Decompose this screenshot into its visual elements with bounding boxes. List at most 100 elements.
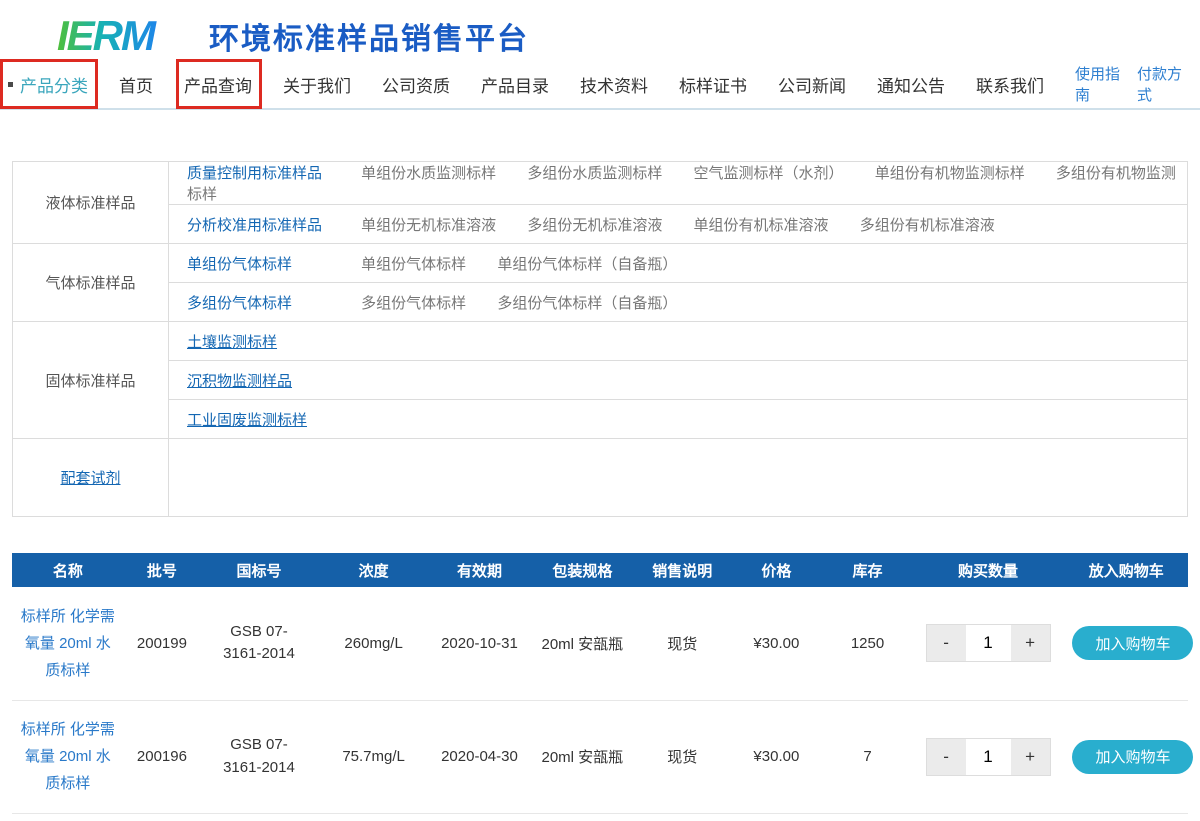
quantity-stepper: - 1 +	[926, 738, 1051, 776]
quantity-stepper: - 1 +	[926, 624, 1051, 662]
concentration-value: 75.7mg/L	[318, 700, 430, 813]
product-name-link[interactable]: 标样所 化学需氧量 20ml 水质标样	[20, 603, 116, 684]
sales-note: 现货	[635, 700, 729, 813]
nav-item-label: 产品目录	[481, 72, 549, 97]
column-header-sales-note: 销售说明	[635, 553, 729, 587]
table-row: 液体标准样品 质量控制用标准样品 单组份水质监测标样 多组份水质监测标样 空气监…	[13, 162, 1188, 205]
quantity-increase-button[interactable]: +	[1011, 625, 1050, 661]
subcategory-link[interactable]: 单组份气体标样	[361, 256, 466, 273]
stock-value: 7	[823, 700, 911, 813]
package-spec: 20ml 安瓿瓶	[529, 700, 635, 813]
nav-item-product-catalog[interactable]: 产品目录	[481, 72, 549, 97]
nav-item-announcements[interactable]: 通知公告	[877, 72, 945, 97]
batch-number: 200196	[124, 700, 200, 813]
package-spec: 20ml 安瓿瓶	[529, 587, 635, 700]
column-header-batch: 批号	[124, 553, 200, 587]
table-row: 固体标准样品 土壤监测标样	[13, 322, 1188, 361]
nav-item-company-qualifications[interactable]: 公司资质	[382, 72, 450, 97]
batch-number: 200199	[124, 587, 200, 700]
nav-item-product-search[interactable]: 产品查询	[184, 72, 252, 97]
user-guide-link[interactable]: 使用指南	[1075, 63, 1124, 105]
category-link-sediment[interactable]: 沉积物监测样品	[187, 370, 357, 391]
subcategory-link[interactable]: 单组份有机物监测标样	[875, 165, 1025, 182]
site-logo[interactable]: IERM	[55, 13, 195, 59]
nav-item-label: 联系我们	[976, 72, 1044, 97]
category-group-solid: 固体标准样品	[13, 322, 169, 439]
product-table: 名称 批号 国标号 浓度 有效期 包装规格 销售说明 价格 库存 购买数量 放入…	[12, 553, 1188, 814]
category-group-gas: 气体标准样品	[13, 244, 169, 322]
svg-text:IERM: IERM	[57, 13, 157, 59]
nav-item-contact-us[interactable]: 联系我们	[976, 72, 1044, 97]
product-name-link[interactable]: 标样所 化学需氧量 20ml 水质标样	[20, 716, 116, 797]
nav-item-label: 通知公告	[877, 72, 945, 97]
category-group-liquid: 液体标准样品	[13, 162, 169, 244]
category-link-analysis-calibration[interactable]: 分析校准用标准样品	[187, 214, 357, 235]
nav-item-about-us[interactable]: 关于我们	[283, 72, 351, 97]
nav-item-label: 公司资质	[382, 72, 450, 97]
concentration-value: 260mg/L	[318, 587, 430, 700]
sales-note: 现货	[635, 587, 729, 700]
price-value: ¥30.00	[729, 700, 823, 813]
subcategory-link[interactable]: 单组份有机标准溶液	[694, 217, 829, 234]
table-row: 配套试剂	[13, 439, 1188, 517]
category-link-quality-control[interactable]: 质量控制用标准样品	[187, 162, 357, 183]
subcategory-link[interactable]: 多组份无机标准溶液	[527, 217, 662, 234]
subcategory-link[interactable]: 多组份气体标样（自备瓶）	[497, 295, 677, 312]
page: IERM 环境标准样品销售平台 产品分类 首页 产品查询 关于我们 公司资质 产…	[0, 0, 1200, 814]
column-header-quantity: 购买数量	[912, 553, 1065, 587]
category-table: 液体标准样品 质量控制用标准样品 单组份水质监测标样 多组份水质监测标样 空气监…	[12, 161, 1188, 517]
quantity-value[interactable]: 1	[966, 625, 1011, 661]
category-link-single-gas[interactable]: 单组份气体标样	[187, 253, 357, 274]
subcategory-link[interactable]: 单组份水质监测标样	[361, 165, 496, 182]
table-row: 沉积物监测样品	[13, 361, 1188, 400]
category-link-multi-gas[interactable]: 多组份气体标样	[187, 292, 357, 313]
product-table-header-row: 名称 批号 国标号 浓度 有效期 包装规格 销售说明 价格 库存 购买数量 放入…	[12, 553, 1188, 587]
nav-item-home[interactable]: 首页	[119, 72, 153, 97]
site-title: 环境标准样品销售平台	[209, 14, 529, 58]
nav-item-company-news[interactable]: 公司新闻	[778, 72, 846, 97]
payment-methods-link[interactable]: 付款方式	[1137, 63, 1186, 105]
nav-item-product-categories[interactable]: 产品分类	[8, 72, 88, 97]
nav-item-label: 技术资料	[580, 72, 648, 97]
category-link-soil[interactable]: 土壤监测标样	[187, 331, 357, 352]
main-nav: 产品分类 首页 产品查询 关于我们 公司资质 产品目录 技术资料 标样证书 公司…	[0, 60, 1200, 110]
subcategory-link[interactable]: 空气监测标样（水剂）	[694, 165, 844, 182]
add-to-cart-button[interactable]: 加入购物车	[1072, 626, 1193, 660]
column-header-price: 价格	[729, 553, 823, 587]
subcategory-link[interactable]: 多组份气体标样	[361, 295, 466, 312]
gsb-number: GSB 07-3161-2014	[213, 621, 305, 666]
quantity-decrease-button[interactable]: -	[927, 739, 966, 775]
quantity-value[interactable]: 1	[966, 739, 1011, 775]
nav-item-technical-documents[interactable]: 技术资料	[580, 72, 648, 97]
table-row: 分析校准用标准样品 单组份无机标准溶液 多组份无机标准溶液 单组份有机标准溶液 …	[13, 205, 1188, 244]
price-value: ¥30.00	[729, 587, 823, 700]
column-header-concentration: 浓度	[318, 553, 430, 587]
subcategory-link[interactable]: 多组份水质监测标样	[527, 165, 662, 182]
nav-item-sample-certificates[interactable]: 标样证书	[679, 72, 747, 97]
table-row: 气体标准样品 单组份气体标样 单组份气体标样 单组份气体标样（自备瓶）	[13, 244, 1188, 283]
subcategory-link[interactable]: 多组份有机标准溶液	[860, 217, 995, 234]
quantity-decrease-button[interactable]: -	[927, 625, 966, 661]
quantity-increase-button[interactable]: +	[1011, 739, 1050, 775]
column-header-gsb: 国标号	[200, 553, 318, 587]
column-header-name: 名称	[12, 553, 124, 587]
subcategory-link[interactable]: 单组份无机标准溶液	[361, 217, 496, 234]
nav-item-label: 公司新闻	[778, 72, 846, 97]
category-link-reagents[interactable]: 配套试剂	[60, 470, 120, 487]
nav-item-label: 关于我们	[283, 72, 351, 97]
column-header-package: 包装规格	[529, 553, 635, 587]
column-header-add-to-cart: 放入购物车	[1064, 553, 1188, 587]
site-header: IERM 环境标准样品销售平台	[0, 0, 1200, 58]
nav-utility-links: 使用指南 付款方式	[1075, 63, 1186, 105]
column-header-stock: 库存	[823, 553, 911, 587]
subcategory-link[interactable]: 单组份气体标样（自备瓶）	[497, 256, 677, 273]
table-row: 多组份气体标样 多组份气体标样 多组份气体标样（自备瓶）	[13, 283, 1188, 322]
add-to-cart-button[interactable]: 加入购物车	[1072, 740, 1193, 774]
nav-item-label: 首页	[119, 72, 153, 97]
nav-item-label: 产品查询	[184, 72, 252, 97]
product-row: 标样所 化学需氧量 20ml 水质标样 200196 GSB 07-3161-2…	[12, 700, 1188, 813]
column-header-expiry: 有效期	[429, 553, 529, 587]
category-link-industrial-waste[interactable]: 工业固废监测标样	[187, 409, 357, 430]
stock-value: 1250	[823, 587, 911, 700]
expiry-date: 2020-04-30	[429, 700, 529, 813]
